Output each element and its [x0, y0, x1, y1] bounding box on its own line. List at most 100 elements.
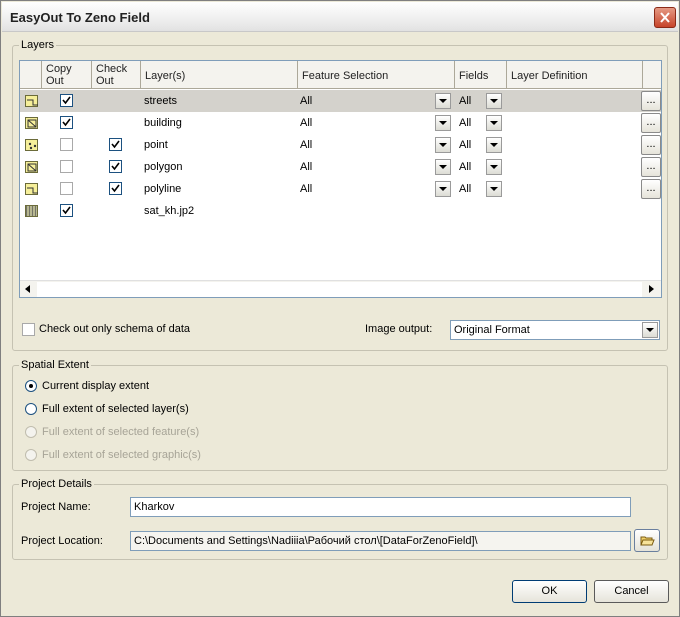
layer-name: point [144, 139, 168, 151]
feature-selection-combo[interactable]: All [298, 180, 453, 198]
cancel-button[interactable]: Cancel [594, 580, 669, 603]
polygon-layer-icon [25, 161, 38, 173]
grid-header: Copy Out Check Out Layer(s) Feature Sele… [20, 61, 661, 89]
chevron-down-icon[interactable] [486, 137, 502, 153]
project-details-title: Project Details [21, 478, 92, 490]
layer-definition-button[interactable]: ... [641, 113, 661, 133]
radio-full-extent-features [25, 426, 37, 438]
layer-name: sat_kh.jp2 [144, 205, 195, 217]
radio-label: Full extent of selected feature(s) [42, 426, 200, 438]
ok-button[interactable]: OK [512, 580, 587, 603]
copy-out-checkbox[interactable] [60, 94, 73, 107]
header-fields[interactable]: Fields [455, 61, 507, 88]
table-row[interactable]: building All All ... [20, 112, 661, 134]
layer-name: building [144, 117, 182, 129]
fields-combo[interactable]: All [457, 180, 507, 198]
check-out-checkbox[interactable] [109, 160, 122, 173]
chevron-down-icon[interactable] [435, 115, 451, 131]
open-folder-icon [640, 536, 655, 546]
table-row[interactable]: point All All ... [20, 134, 661, 156]
layers-grid[interactable]: Copy Out Check Out Layer(s) Feature Sele… [19, 60, 662, 298]
fields-value: All [459, 95, 472, 107]
layer-definition-button[interactable]: ... [641, 135, 661, 155]
chevron-down-icon[interactable] [486, 93, 502, 109]
chevron-down-icon[interactable] [486, 181, 502, 197]
chevron-down-icon[interactable] [435, 93, 451, 109]
header-icon-column [20, 61, 42, 88]
copy-out-checkbox[interactable] [60, 138, 73, 151]
check-out-checkbox[interactable] [109, 138, 122, 151]
line-layer-icon [25, 95, 38, 107]
project-location-label: Project Location: [21, 535, 103, 547]
feature-selection-value: All [300, 161, 313, 173]
table-row[interactable]: polyline All All ... [20, 178, 661, 200]
point-layer-icon [25, 139, 38, 151]
chevron-down-icon[interactable] [435, 159, 451, 175]
layer-name: polyline [144, 183, 182, 195]
spatial-extent-title: Spatial Extent [21, 359, 89, 371]
chevron-down-icon[interactable] [486, 115, 502, 131]
layer-name: polygon [144, 161, 183, 173]
schema-only-label: Check out only schema of data [39, 323, 191, 335]
fields-combo[interactable]: All [457, 92, 507, 110]
table-row[interactable]: streets All All ... [20, 90, 661, 112]
header-check-out[interactable]: Check Out [92, 61, 141, 88]
project-name-label: Project Name: [21, 501, 91, 513]
fields-combo[interactable]: All [457, 158, 507, 176]
window-title: EasyOut To Zeno Field [10, 10, 150, 25]
radio-label: Full extent of selected graphic(s) [42, 449, 201, 461]
layers-group-title: Layers [21, 39, 55, 51]
layer-definition-button[interactable]: ... [641, 179, 661, 199]
scrollbar-track[interactable] [37, 282, 642, 297]
radio-label: Full extent of selected layer(s) [42, 403, 189, 415]
close-button[interactable] [654, 7, 676, 28]
fields-combo[interactable]: All [457, 114, 507, 132]
header-copy-out[interactable]: Copy Out [42, 61, 92, 88]
header-layer-definition[interactable]: Layer Definition [507, 61, 643, 88]
radio-label: Current display extent [42, 380, 149, 392]
fields-value: All [459, 117, 472, 129]
copy-out-checkbox[interactable] [60, 160, 73, 173]
copy-out-checkbox[interactable] [60, 204, 73, 217]
feature-selection-value: All [300, 183, 313, 195]
fields-combo[interactable]: All [457, 136, 507, 154]
layer-name: streets [144, 95, 178, 107]
feature-selection-value: All [300, 95, 313, 107]
image-output-label: Image output: [365, 323, 433, 335]
feature-selection-combo[interactable]: All [298, 114, 453, 132]
fields-value: All [459, 161, 472, 173]
feature-selection-value: All [300, 117, 313, 129]
table-row[interactable]: polygon All All ... [20, 156, 661, 178]
horizontal-scrollbar[interactable] [20, 280, 661, 297]
feature-selection-combo[interactable]: All [298, 92, 453, 110]
header-layers[interactable]: Layer(s) [141, 61, 298, 88]
table-row[interactable]: sat_kh.jp2 [20, 200, 661, 222]
scroll-right-icon[interactable] [643, 281, 660, 297]
feature-selection-combo[interactable]: All [298, 136, 453, 154]
layer-definition-button[interactable]: ... [641, 157, 661, 177]
browse-folder-button[interactable] [634, 529, 660, 552]
fields-value: All [459, 183, 472, 195]
chevron-down-icon[interactable] [435, 181, 451, 197]
project-name-field[interactable]: Kharkov [130, 497, 631, 517]
chevron-down-icon[interactable] [486, 159, 502, 175]
image-output-value: Original Format [454, 324, 530, 336]
check-out-checkbox[interactable] [109, 182, 122, 195]
schema-only-checkbox[interactable] [22, 323, 35, 336]
chevron-down-icon[interactable] [435, 137, 451, 153]
radio-current-display-extent[interactable] [25, 380, 37, 392]
chevron-down-icon[interactable] [642, 322, 658, 338]
copy-out-checkbox[interactable] [60, 182, 73, 195]
copy-out-checkbox[interactable] [60, 116, 73, 129]
radio-full-extent-graphics [25, 449, 37, 461]
layer-definition-button[interactable]: ... [641, 91, 661, 111]
image-output-select[interactable]: Original Format [450, 320, 660, 340]
radio-full-extent-layers[interactable] [25, 403, 37, 415]
fields-value: All [459, 139, 472, 151]
scroll-left-icon[interactable] [20, 281, 37, 297]
header-feature-selection[interactable]: Feature Selection [298, 61, 455, 88]
feature-selection-combo[interactable]: All [298, 158, 453, 176]
project-location-field[interactable]: C:\Documents and Settings\Nadiiia\Рабочи… [130, 531, 631, 551]
raster-layer-icon [25, 205, 38, 217]
title-bar[interactable]: EasyOut To Zeno Field [2, 2, 678, 32]
